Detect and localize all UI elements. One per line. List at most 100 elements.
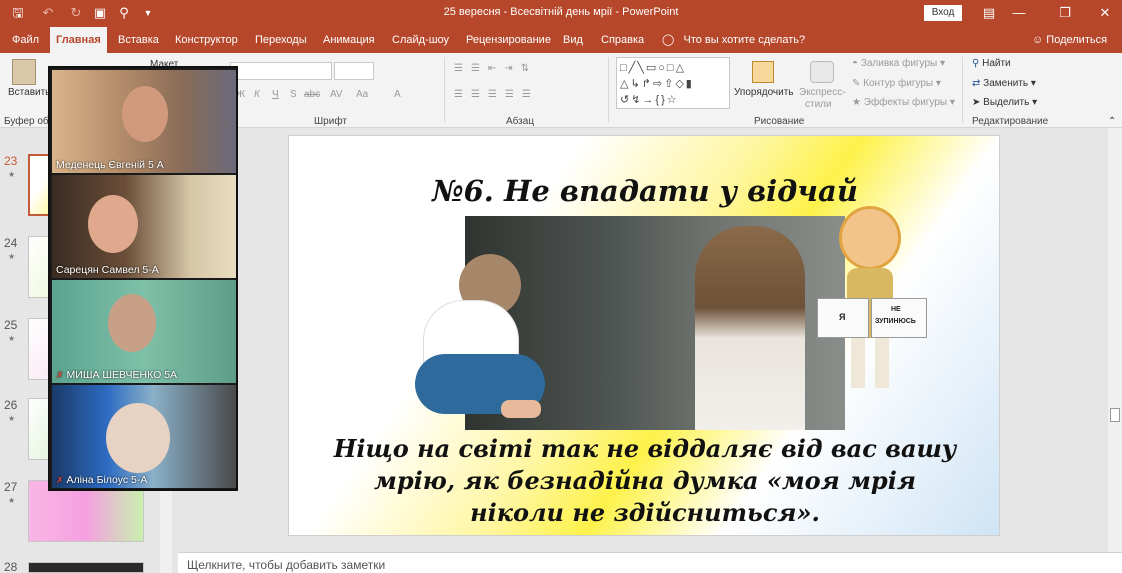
thumb-number: 23: [4, 154, 18, 168]
login-button[interactable]: Вход: [924, 5, 962, 21]
font-group-label: Шрифт: [314, 116, 347, 127]
body-line: Ніщо на світі так не віддаляє від вас ва…: [333, 434, 957, 463]
thumb-number: 25: [4, 318, 18, 332]
tab-help[interactable]: Справка: [595, 27, 650, 53]
sign-right-text-1: НЕ: [891, 306, 901, 313]
arrange-icon[interactable]: [752, 61, 774, 83]
tab-file[interactable]: Файл: [6, 27, 45, 53]
ribbon-display-options-icon[interactable]: ▤: [974, 0, 1004, 27]
strikethrough-button[interactable]: abc: [304, 89, 320, 100]
minimize-button[interactable]: —: [1004, 0, 1034, 27]
list-buttons-icon[interactable]: ☰☰⇤⇥⇅: [454, 63, 537, 74]
tab-transitions[interactable]: Переходы: [249, 27, 313, 53]
participant-video-tile[interactable]: Меденець Євгеній 5 А: [52, 70, 236, 173]
drawing-group-label: Рисование: [754, 116, 805, 127]
quick-styles-label-2[interactable]: стили: [805, 99, 832, 110]
font-color-button[interactable]: A: [394, 89, 401, 100]
thumb-number: 26: [4, 398, 18, 412]
scrollbar-thumb[interactable]: [1110, 408, 1120, 422]
cartoon-kid-illustration: Я НЕ ЗУПИНЮСЬ: [817, 206, 927, 396]
tab-animation[interactable]: Анимация: [317, 27, 381, 53]
thumb-number: 28: [4, 560, 18, 573]
shape-outline-label: Контур фигуры: [863, 78, 934, 89]
body-line: мрію, як безнадійна думка «моя мрія: [374, 466, 916, 495]
cursor-icon: ➤: [972, 97, 981, 108]
thumb-number: 24: [4, 236, 18, 250]
replace-label: Заменить: [983, 78, 1029, 89]
muted-mic-icon: ✗: [56, 475, 64, 485]
shape-fill-label: Заливка фигуры: [860, 58, 938, 69]
girl-figure: [695, 226, 805, 430]
restore-button[interactable]: ❐: [1050, 0, 1080, 27]
notes-placeholder: Щелкните, чтобы добавить заметки: [187, 558, 386, 572]
participant-face: [108, 294, 156, 352]
animation-star-icon: ★: [8, 496, 16, 505]
font-size-select[interactable]: [334, 62, 374, 80]
shapes-gallery-icons: □╱╲▭○□△ △↳↱⇨⇧◇▮ ↺↯→{}☆: [620, 62, 694, 106]
notes-pane[interactable]: Щелкните, чтобы добавить заметки: [178, 552, 1122, 573]
sad-boy-illustration: [405, 254, 545, 434]
ribbon-separator: [444, 57, 445, 123]
tell-me-box[interactable]: ◯ Что вы хотите сделать?: [662, 27, 805, 53]
thumb-number: 27: [4, 480, 18, 494]
char-spacing-button[interactable]: AV: [330, 89, 343, 100]
slide-title[interactable]: №6. Не впадати у відчай: [289, 174, 999, 208]
change-case-button[interactable]: Aa: [356, 89, 368, 100]
ribbon-separator: [962, 57, 963, 123]
shadow-button[interactable]: S: [290, 89, 297, 100]
slide-thumbnail[interactable]: [28, 562, 144, 573]
title-bar: 🖫 ↶ ↻ ▣ ⚲ ▼ 25 вересня - Всесвітній день…: [0, 0, 1122, 27]
tab-home[interactable]: Главная: [50, 27, 107, 53]
slide-body-text[interactable]: Ніщо на світі так не віддаляє від вас ва…: [299, 433, 991, 529]
paste-label[interactable]: Вставить: [8, 87, 50, 98]
lightbulb-icon: ◯: [662, 34, 675, 46]
participant-face: [122, 86, 168, 142]
align-buttons-icon[interactable]: ☰☰☰☰☰: [454, 89, 539, 100]
participant-video-tile[interactable]: ✗ Аліна Білоус 5-А: [52, 385, 236, 488]
quick-styles-icon[interactable]: [810, 61, 834, 83]
person-icon: ☺: [1032, 34, 1044, 46]
tab-design[interactable]: Конструктор: [169, 27, 244, 53]
tab-review[interactable]: Рецензирование: [460, 27, 557, 53]
tab-slideshow[interactable]: Слайд-шоу: [386, 27, 455, 53]
editing-group-label: Редактирование: [972, 116, 1049, 127]
close-button[interactable]: ✕: [1090, 0, 1120, 27]
shape-effects-button[interactable]: ★ Эффекты фигуры ▾: [852, 97, 955, 108]
underline-button[interactable]: Ч: [272, 89, 279, 100]
share-button[interactable]: ☺ Поделиться: [1032, 27, 1107, 53]
quick-styles-label-1[interactable]: Экспресс-: [799, 87, 846, 98]
shape-outline-button[interactable]: ✎ Контур фигуры ▾: [852, 78, 941, 89]
italic-button[interactable]: К: [254, 89, 260, 100]
select-label: Выделить: [983, 97, 1030, 108]
tell-me-text: Что вы хотите сделать?: [683, 34, 806, 46]
shapes-gallery[interactable]: □╱╲▭○□△ △↳↱⇨⇧◇▮ ↺↯→{}☆: [616, 57, 730, 109]
paste-icon[interactable]: [12, 59, 36, 85]
participant-video-tile[interactable]: ✗ МИША ШЕВЧЕНКО 5А: [52, 280, 236, 383]
tab-view[interactable]: Вид: [557, 27, 589, 53]
tab-insert[interactable]: Вставка: [112, 27, 165, 53]
find-icon: ⚲: [972, 58, 980, 69]
animation-star-icon: ★: [8, 414, 16, 423]
select-button[interactable]: ➤ Выделить ▾: [972, 97, 1037, 108]
find-button[interactable]: ⚲ Найти: [972, 58, 1011, 69]
participant-name: Меденець Євгеній 5 А: [56, 159, 164, 171]
share-label: Поделиться: [1046, 34, 1108, 46]
arrange-button[interactable]: Упорядочить: [734, 87, 794, 98]
ribbon-tabs: Файл Главная Вставка Конструктор Переход…: [0, 27, 1122, 53]
shape-fill-button[interactable]: ◓ Заливка фигуры ▾: [852, 58, 945, 69]
replace-icon: ⇄: [972, 78, 981, 89]
collapse-ribbon-icon[interactable]: ⌃: [1108, 116, 1116, 127]
video-call-panel[interactable]: Меденець Євгеній 5 А Сарецян Самвел 5-А …: [48, 66, 238, 491]
paint-bucket-icon: ◓: [852, 58, 859, 69]
paragraph-group-label: Абзац: [506, 116, 535, 127]
participant-label: ✗ МИША ШЕВЧЕНКО 5А: [56, 369, 177, 381]
sign-right-text-2: ЗУПИНЮСЬ: [875, 318, 916, 325]
slide-scrollbar[interactable]: [1108, 128, 1122, 552]
current-slide[interactable]: №6. Не впадати у відчай Я НЕ ЗУПИНЮСЬ Ні…: [288, 135, 1000, 536]
participant-name: Сарецян Самвел 5-А: [56, 264, 159, 276]
animation-star-icon: ★: [8, 334, 16, 343]
font-name-select[interactable]: [230, 62, 332, 80]
replace-button[interactable]: ⇄ Заменить ▾: [972, 78, 1036, 89]
participant-name: Аліна Білоус 5-А: [66, 474, 148, 486]
participant-video-tile[interactable]: Сарецян Самвел 5-А: [52, 175, 236, 278]
